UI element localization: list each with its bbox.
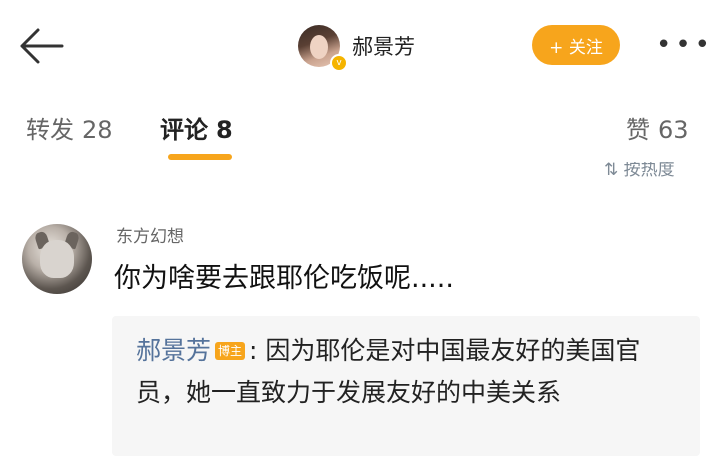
tab-repost[interactable]: 转发 28 (26, 110, 113, 145)
tab-repost-count: 28 (82, 116, 113, 144)
sort-by-hot-button[interactable]: ⇅ 按热度 (604, 162, 675, 178)
reply-content: 郝景芳 博主: 因为耶伦是对中国最友好的美国官员，她一直致力于发展友好的中美关系 (136, 330, 676, 414)
tab-like-label: 赞 (626, 116, 650, 144)
commenter-avatar[interactable] (22, 224, 92, 294)
blogger-badge: 博主 (215, 342, 246, 360)
tab-bar: 转发 28 评论 8 赞 63 (0, 96, 720, 166)
active-tab-indicator (168, 154, 232, 160)
top-bar: 郝景芳 v + 关注 ••• (0, 0, 720, 92)
tab-comment-count: 8 (216, 116, 233, 144)
reply-separator: : (249, 336, 258, 365)
verified-badge-icon: v (330, 54, 348, 72)
reply-box[interactable]: 郝景芳 博主: 因为耶伦是对中国最友好的美国官员，她一直致力于发展友好的中美关系 (112, 316, 700, 456)
more-options-icon[interactable]: ••• (656, 30, 710, 60)
reply-text: 因为耶伦是对中国最友好的美国官员，她一直致力于发展友好的中美关系 (136, 336, 641, 407)
comment-text: 你为啥要去跟耶伦吃饭呢..... (114, 263, 454, 294)
tab-comment-label: 评论 (160, 116, 208, 144)
reply-author[interactable]: 郝景芳 (136, 336, 211, 365)
commenter-name[interactable]: 东方幻想 (116, 222, 184, 247)
tab-like[interactable]: 赞 63 (626, 110, 689, 145)
username[interactable]: 郝景芳 (352, 31, 415, 61)
profile-link[interactable]: 郝景芳 (298, 24, 415, 68)
tab-comment[interactable]: 评论 8 (160, 110, 233, 145)
follow-button[interactable]: + 关注 (532, 25, 620, 65)
tab-repost-label: 转发 (26, 116, 74, 144)
tab-like-count: 63 (658, 116, 689, 144)
back-arrow-icon[interactable] (16, 26, 68, 66)
